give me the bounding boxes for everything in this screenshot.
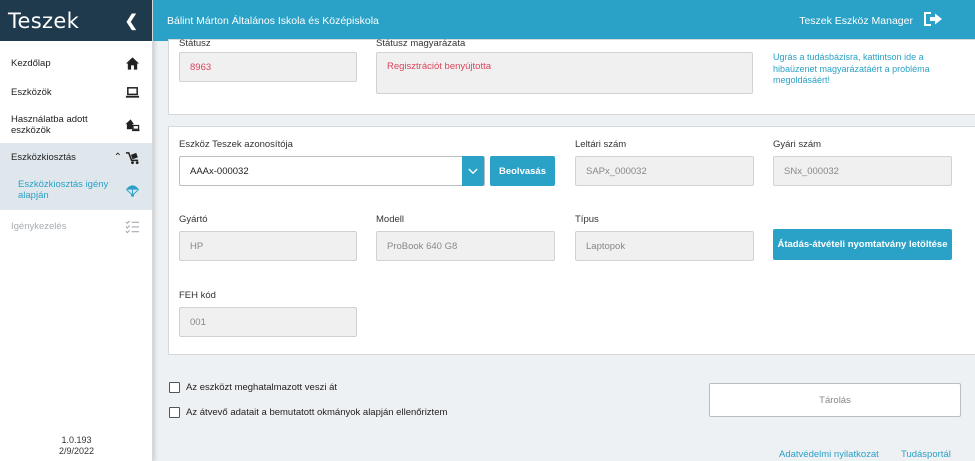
type-field: Laptopok xyxy=(575,231,754,261)
collapse-sidebar-icon[interactable]: ❮ xyxy=(125,11,138,31)
version-number: 1.0.193 xyxy=(61,435,92,445)
status-card: Státusz 8963 Státusz magyarázata Regiszt… xyxy=(168,38,975,115)
version-date: 2/9/2022 xyxy=(58,446,95,456)
manufacturer-label: Gyártó xyxy=(179,214,208,225)
sidebar-item-label: Eszközök xyxy=(11,87,52,98)
feh-code-label: FEH kód xyxy=(179,290,216,301)
type-label: Típus xyxy=(575,214,599,225)
verified-documents-label: Az átvevő adatait a bemutatott okmányok … xyxy=(186,407,448,418)
sidebar-item-label: Kezdőlap xyxy=(11,58,51,69)
inventory-number-label: Leltári szám xyxy=(575,139,627,150)
sidebar-item-devices-in-use[interactable]: Használatba adott eszközök xyxy=(0,107,152,143)
serial-number-field: SNx_000032 xyxy=(773,156,952,186)
manufacturer-field: HP xyxy=(179,231,357,261)
feh-code-field: 001 xyxy=(179,307,357,337)
app-name: Teszek Eszköz Manager xyxy=(799,14,913,27)
chevron-up-icon[interactable]: ⌃ xyxy=(114,152,122,163)
status-field: 8963 xyxy=(179,52,357,82)
authorized-recipient-checkbox[interactable] xyxy=(169,382,180,393)
laptop-icon xyxy=(124,85,140,101)
verified-documents-checkbox[interactable] xyxy=(169,407,180,418)
brand-title: Teszek xyxy=(8,8,80,33)
sidebar-item-label: Használatba adott eszközök xyxy=(11,114,88,136)
status-reason-label: Státusz magyarázata xyxy=(376,38,466,49)
knowledge-base-link[interactable]: Ugrás a tudásbázisra, kattintson ide a h… xyxy=(773,52,953,87)
verified-documents-check[interactable]: Az átvevő adatait a bemutatott okmányok … xyxy=(169,407,447,418)
topbar: Bálint Márton Általános Iskola és Középi… xyxy=(153,0,975,41)
model-field: ProBook 640 G8 xyxy=(376,231,555,261)
sidebar-nav: Kezdőlap Eszközök Használatba adott eszk… xyxy=(0,49,152,242)
sidebar-item-label: Eszközkiosztás xyxy=(11,152,76,163)
parachute-icon xyxy=(124,182,140,198)
sidebar-item-label: Igénykezelés xyxy=(11,220,67,232)
download-handover-form-button[interactable]: Átadás-átvételi nyomtatvány letöltése xyxy=(773,229,952,260)
brand-header: Teszek ❮ xyxy=(0,0,152,41)
distribution-icon xyxy=(124,150,140,166)
authorized-recipient-label: Az eszközt meghatalmazott veszi át xyxy=(186,382,338,393)
sidebar-item-label: Eszközkiosztás igény alapján xyxy=(18,179,109,201)
inventory-number-field: SAPx_000032 xyxy=(575,156,754,186)
model-label: Modell xyxy=(376,214,404,225)
save-button[interactable]: Tárolás xyxy=(709,383,961,417)
authorized-recipient-check[interactable]: Az eszközt meghatalmazott veszi át xyxy=(169,382,337,393)
status-label: Státusz xyxy=(179,38,211,49)
home-icon xyxy=(124,56,140,72)
sidebar-item-request-management: Igénykezelés xyxy=(0,210,152,242)
chevron-down-icon[interactable] xyxy=(462,156,484,186)
teszek-id-label: Eszköz Teszek azonosítója xyxy=(179,139,293,150)
sidebar-item-distribution[interactable]: Eszközkiosztás ⌃ xyxy=(0,143,152,172)
knowledge-portal-link[interactable]: Tudásportál xyxy=(901,449,951,460)
sidebar: Teszek ❮ Kezdőlap Eszközök Használatba a… xyxy=(0,0,153,461)
status-reason-field: Regisztrációt benyújtotta xyxy=(376,52,753,94)
serial-number-label: Gyári szám xyxy=(773,139,822,150)
logout-icon[interactable] xyxy=(923,10,943,31)
teszek-id-value: AAAx-000032 xyxy=(190,165,249,177)
checklist-icon xyxy=(124,218,140,234)
teszek-id-select[interactable]: AAAx-000032 xyxy=(179,156,485,186)
device-handout-icon xyxy=(124,117,140,133)
privacy-policy-link[interactable]: Adatvédelmi nyilatkozat xyxy=(779,449,879,460)
sidebar-item-home[interactable]: Kezdőlap xyxy=(0,49,152,78)
version-info: 1.0.193 2/9/2022 xyxy=(0,435,153,457)
device-card: Eszköz Teszek azonosítója AAAx-000032 Be… xyxy=(168,126,975,355)
topbar-right: Teszek Eszköz Manager xyxy=(799,10,943,31)
scan-button[interactable]: Beolvasás xyxy=(490,156,555,186)
school-name: Bálint Márton Általános Iskola és Középi… xyxy=(167,14,379,27)
main-content: Státusz 8963 Státusz magyarázata Regiszt… xyxy=(153,38,975,461)
sidebar-item-devices[interactable]: Eszközök xyxy=(0,78,152,107)
sidebar-subitem-distribution-by-request[interactable]: Eszközkiosztás igény alapján xyxy=(0,172,152,210)
